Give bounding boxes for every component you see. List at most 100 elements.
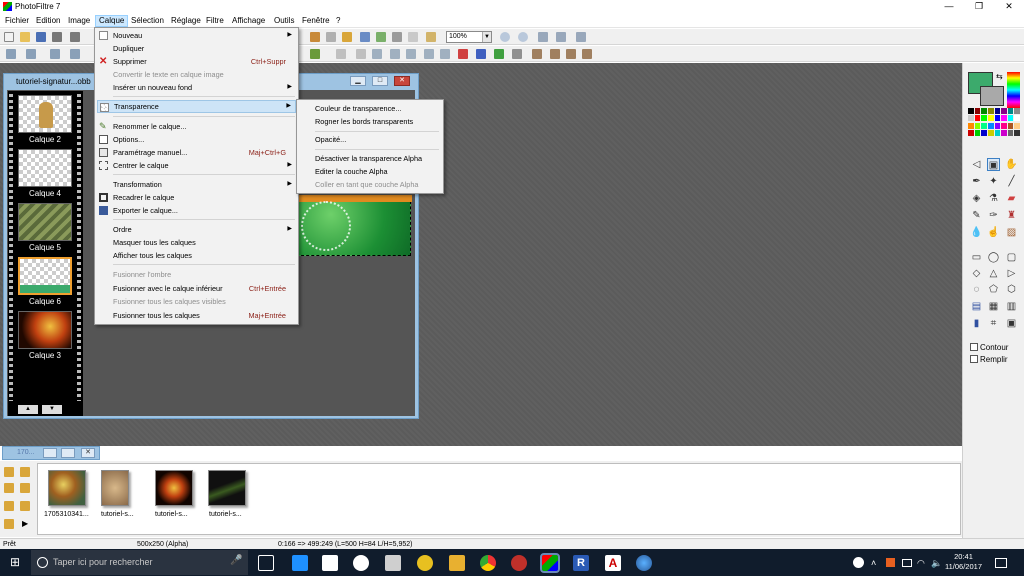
adjust-icon[interactable] [476,49,486,59]
adjust-icon[interactable] [582,49,592,59]
folder-tool-icon[interactable] [4,519,14,529]
eyedropper-icon[interactable]: ✒ [970,175,983,188]
adjust-icon[interactable] [440,49,450,59]
close-button[interactable]: ✕ [994,0,1024,13]
layer-item[interactable]: Calque 5 [18,203,72,252]
swap-colors-icon[interactable]: ⇆ [996,72,1003,81]
battery-icon[interactable] [902,559,912,567]
submenu-item-couleur[interactable]: Couleur de transparence... [299,102,443,115]
chrome-icon[interactable] [480,555,496,571]
contour-checkbox-row[interactable]: Contour [970,343,1008,352]
menu-help[interactable]: ? [333,15,343,27]
store-icon[interactable] [322,555,338,571]
filter-icon[interactable] [326,32,336,42]
menu-fenetre[interactable]: Fenêtre [299,15,333,27]
menu-item-parametrage[interactable]: Paramétrage manuel... Maj+Ctrl+G [97,146,296,159]
menu-selection[interactable]: Sélection [128,15,167,27]
menu-item-convertir[interactable]: Convertir le texte en calque image [97,68,296,81]
adjust-icon[interactable] [310,49,320,59]
chevron-up-icon[interactable]: ˄ [871,558,876,568]
menu-item-afficher-tous[interactable]: Afficher tous les calques [97,249,296,262]
open-folder-icon[interactable] [20,32,30,42]
file-thumbnail[interactable] [101,470,129,506]
taskbar-search-input[interactable]: Taper ici pour rechercher [31,550,248,575]
menu-item-fusionner-tous[interactable]: Fusionner tous les calques Maj+Entrée [97,309,296,322]
adjust-icon[interactable] [512,49,522,59]
menu-item-centrer[interactable]: Centrer le calque ▶ [97,159,296,172]
adjust-icon[interactable] [532,49,542,59]
effect-icon[interactable] [6,49,16,59]
rounded-rect-shape-icon[interactable]: ▢ [1005,251,1018,264]
pointer-tool-icon[interactable]: ◁ [970,158,983,171]
filter-icon[interactable] [310,32,320,42]
adjust-icon[interactable] [356,49,366,59]
filmstrip-restore-button[interactable] [43,448,57,458]
filter-icon[interactable] [360,32,370,42]
fill-bucket-icon[interactable]: ◈ [970,192,983,205]
layer-item[interactable]: Calque 3 [18,311,72,360]
effect-icon[interactable] [26,49,36,59]
menu-item-inserer-fond[interactable]: Insérer un nouveau fond ▶ [97,81,296,94]
selection-mode-icon[interactable]: ▥ [1005,300,1018,313]
save-icon[interactable] [36,32,46,42]
file-explorer-icon[interactable] [449,555,465,571]
scan-icon[interactable] [70,32,80,42]
eraser-icon[interactable]: ▰ [1005,192,1018,205]
color-palette[interactable] [968,108,1020,136]
menu-item-transformation[interactable]: Transformation ▶ [97,178,296,191]
line-tool-icon[interactable]: ╱ [1005,175,1018,188]
magic-wand-icon[interactable]: ✦ [987,175,1000,188]
menu-item-fusionner-ombre[interactable]: Fusionner l'ombre [97,268,296,281]
menu-fichier[interactable]: Fichier [2,15,32,27]
file-thumbnail[interactable] [48,470,86,506]
tray-app-icon[interactable] [886,558,895,567]
app-icon[interactable] [385,555,401,571]
triangle-right-shape-icon[interactable]: ▷ [1005,267,1018,280]
volume-icon[interactable]: 🔈 [931,558,942,569]
menu-item-exporter[interactable]: Exporter le calque... [97,204,296,217]
menu-calque[interactable]: Calque [95,15,129,27]
layer-item[interactable]: Calque 2 [18,95,72,144]
filter-icon[interactable] [342,32,352,42]
actual-size-icon[interactable] [538,32,548,42]
zoom-out-icon[interactable] [518,32,528,42]
clone-icon[interactable]: ▨ [1005,226,1018,239]
blur-icon[interactable]: 💧 [970,226,983,239]
adjust-icon[interactable] [424,49,434,59]
submenu-item-coller-alpha[interactable]: Coller en tant que couche Alpha [299,178,443,191]
app-icon[interactable] [511,555,527,571]
adjust-icon[interactable] [372,49,382,59]
zoom-in-icon[interactable] [500,32,510,42]
menu-item-fusionner-inferieur[interactable]: Fusionner avec le calque inférieur Ctrl+E… [97,282,296,295]
microphone-icon[interactable]: 🎤 [230,555,242,571]
play-icon[interactable]: ▶ [22,519,28,528]
freeform-icon[interactable]: ⬡ [1005,283,1018,296]
brush-icon[interactable]: ✎ [970,209,983,222]
adjust-icon[interactable] [494,49,504,59]
triangle-shape-icon[interactable]: △ [987,267,1000,280]
adjust-icon[interactable] [550,49,560,59]
submenu-item-desactiver-alpha[interactable]: Désactiver la transparence Alpha [299,152,443,165]
menu-reglage[interactable]: Réglage [168,15,204,27]
diamond-shape-icon[interactable]: ◇ [970,267,983,280]
file-thumbnail[interactable] [208,470,246,506]
help-tray-icon[interactable] [853,557,864,568]
hp-icon[interactable] [353,555,369,571]
background-color-swatch[interactable] [980,86,1004,106]
filmstrip-maximize-button[interactable] [61,448,75,458]
app-icon[interactable] [417,555,433,571]
folder-tool-icon[interactable] [20,501,30,511]
doc-minimize-button[interactable]: ▁ [350,76,366,86]
fit-window-icon[interactable] [426,32,436,42]
image-preview[interactable] [296,195,412,256]
adjust-icon[interactable] [336,49,346,59]
folder-tool-icon[interactable] [4,501,14,511]
app-icon[interactable] [636,555,652,571]
folder-tool-icon[interactable] [20,467,30,477]
app-icon[interactable]: R [573,555,589,571]
menu-item-renommer[interactable]: ✎ Renommer le calque... [97,120,296,133]
selection-tool-icon[interactable]: ▣ [987,158,1000,171]
filter-icon[interactable] [408,32,418,42]
filter-icon[interactable] [392,32,402,42]
rectangle-shape-icon[interactable]: ▭ [970,251,983,264]
